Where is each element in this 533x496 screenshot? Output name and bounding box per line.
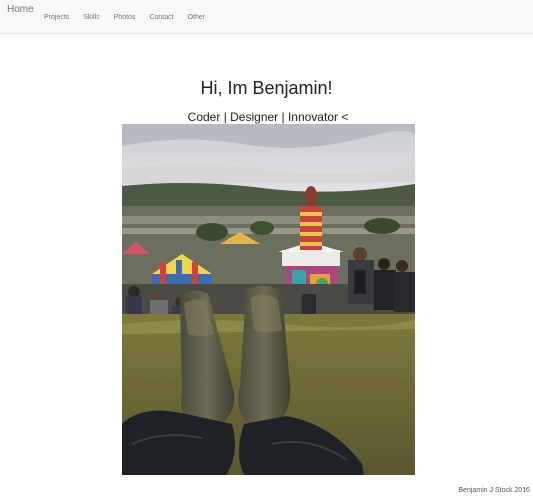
nav-link-contact[interactable]: Contact xyxy=(149,14,173,21)
footer-credit: Benjamin J Stock 2016 xyxy=(458,487,530,494)
festival-photo xyxy=(122,124,415,475)
nav-link-skills[interactable]: Skills xyxy=(83,14,99,21)
nav-link-other[interactable]: Other xyxy=(188,14,206,21)
hero-title: Hi, Im Benjamin! xyxy=(200,78,333,98)
navbar: Home Projects Skills Photos Contact Othe… xyxy=(0,0,533,34)
nav-home-link[interactable]: Home xyxy=(7,4,34,15)
nav-links: Projects Skills Photos Contact Other xyxy=(44,6,219,24)
nav-link-projects[interactable]: Projects xyxy=(44,14,69,21)
hero-subtitle: Coder | Designer | Innovator < xyxy=(187,110,349,124)
nav-link-photos[interactable]: Photos xyxy=(114,14,136,21)
